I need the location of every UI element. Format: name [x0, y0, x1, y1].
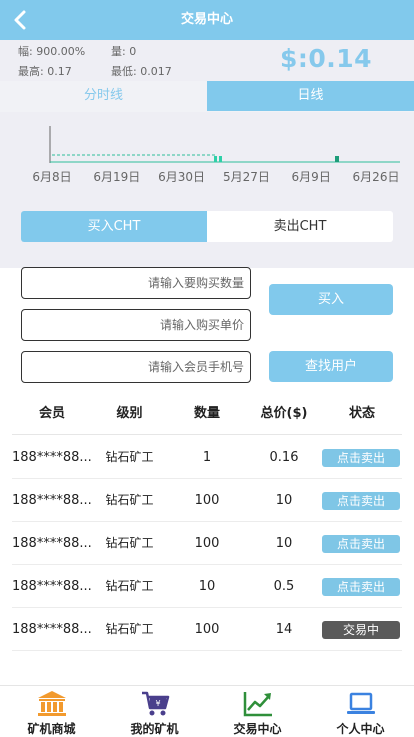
table-row: 188****88... 钻石矿工 1 0.16 点击卖出 — [12, 436, 402, 479]
nav-label: 个人中心 — [336, 722, 385, 736]
quantity-cell: 100 — [194, 493, 220, 508]
total-cell: 0.16 — [269, 450, 299, 465]
nav-trade-center[interactable]: 交易中心 — [206, 686, 309, 737]
bottom-nav: 矿机商城 ¥ 我的矿机 交易中心 个人中心 — [0, 685, 414, 737]
table-row: 188****88... 钻石矿工 10 0.5 点击卖出 — [12, 565, 402, 608]
x-tick-label: 6月26日 — [353, 170, 400, 184]
unit-price-input[interactable] — [21, 309, 251, 341]
chart-bar — [214, 156, 217, 162]
col-level: 级别 — [116, 406, 143, 421]
trading-status-badge[interactable]: 交易中 — [322, 621, 400, 639]
quantity-cell: 100 — [194, 622, 220, 637]
amplitude-stat: 幅: 900.00% — [18, 45, 86, 58]
x-tick-label: 6月9日 — [292, 170, 331, 184]
market-stats: 幅: 900.00% 量: 0 最高: 0.17 最低: 0.017 $:0.1… — [0, 40, 414, 81]
total-cell: 14 — [275, 622, 293, 637]
sell-cht-tab[interactable]: 卖出CHT — [207, 211, 393, 242]
nav-label: 矿机商城 — [27, 722, 76, 736]
level-cell: 钻石矿工 — [105, 450, 154, 464]
sell-button[interactable]: 点击卖出 — [322, 449, 400, 467]
total-cell: 10 — [275, 536, 293, 551]
col-status: 状态 — [348, 406, 375, 421]
member-phone-input[interactable] — [21, 351, 251, 383]
col-quantity: 数量 — [193, 406, 220, 421]
quantity-cell: 10 — [198, 579, 216, 594]
nav-personal-center[interactable]: 个人中心 — [309, 686, 412, 737]
x-tick-label: 6月30日 — [158, 170, 205, 184]
x-tick-label: 6月8日 — [32, 170, 71, 184]
level-cell: 钻石矿工 — [105, 579, 154, 593]
laptop-icon — [347, 692, 375, 714]
volume-stat: 量: 0 — [111, 45, 137, 58]
current-price: $:0.14 — [280, 44, 373, 73]
nav-miner-mall[interactable]: 矿机商城 — [0, 686, 103, 737]
total-cell: 0.5 — [273, 579, 295, 594]
level-cell: 钻石矿工 — [105, 536, 154, 550]
bank-icon — [38, 691, 66, 716]
quantity-input[interactable] — [21, 267, 251, 299]
col-member: 会员 — [38, 406, 65, 421]
buy-button[interactable]: 买入 — [269, 284, 393, 315]
chart-x-ticks: 6月8日 6月19日 6月30日 5月27日 6月9日 6月26日 — [32, 170, 399, 184]
quantity-cell: 100 — [194, 536, 220, 551]
svg-text:¥: ¥ — [155, 699, 160, 708]
member-cell: 188****88... — [12, 493, 92, 508]
table-row: 188****88... 钻石矿工 100 14 交易中 — [12, 608, 402, 651]
x-tick-label: 5月27日 — [223, 170, 270, 184]
member-cell: 188****88... — [12, 536, 92, 551]
sell-button[interactable]: 点击卖出 — [322, 578, 400, 596]
table-row: 188****88... 钻石矿工 100 10 点击卖出 — [12, 479, 402, 522]
x-tick-label: 6月19日 — [93, 170, 140, 184]
trend-chart-icon — [243, 692, 272, 717]
nav-my-miners[interactable]: ¥ 我的矿机 — [103, 686, 206, 737]
chart-bar — [335, 156, 339, 162]
page-title: 交易中心 — [180, 12, 233, 27]
tab-minute-line[interactable]: 分时线 — [0, 81, 207, 111]
search-user-button[interactable]: 查找用户 — [269, 351, 393, 382]
top-header: 交易中心 — [0, 0, 414, 40]
high-stat: 最高: 0.17 — [18, 65, 72, 78]
chart-tabs: 分时线 日线 — [0, 81, 414, 112]
cart-icon: ¥ — [142, 691, 170, 716]
level-cell: 钻石矿工 — [105, 493, 154, 507]
nav-label: 我的矿机 — [130, 722, 179, 736]
sell-button[interactable]: 点击卖出 — [322, 535, 400, 553]
nav-label: 交易中心 — [233, 722, 282, 736]
orders-table-header: 会员 级别 数量 总价($) 状态 — [12, 395, 402, 435]
member-cell: 188****88... — [12, 622, 92, 637]
table-row: 188****88... 钻石矿工 100 10 点击卖出 — [12, 522, 402, 565]
col-total-price: 总价($) — [260, 406, 308, 421]
member-cell: 188****88... — [12, 450, 92, 465]
low-stat: 最低: 0.017 — [111, 65, 172, 78]
chart-svg: 6月8日 6月19日 6月30日 5月27日 6月9日 6月26日 — [32, 126, 400, 184]
sell-button[interactable]: 点击卖出 — [322, 492, 400, 510]
tab-daily-line[interactable]: 日线 — [207, 81, 414, 111]
quantity-cell: 1 — [202, 450, 212, 465]
level-cell: 钻石矿工 — [105, 622, 154, 636]
buy-cht-tab[interactable]: 买入CHT — [21, 211, 207, 242]
total-cell: 10 — [275, 493, 293, 508]
chart-bar — [219, 156, 222, 162]
member-cell: 188****88... — [12, 579, 92, 594]
trade-direction-toggle: 买入CHT 卖出CHT — [21, 211, 393, 242]
price-chart: 6月8日 6月19日 6月30日 5月27日 6月9日 6月26日 — [0, 112, 414, 268]
